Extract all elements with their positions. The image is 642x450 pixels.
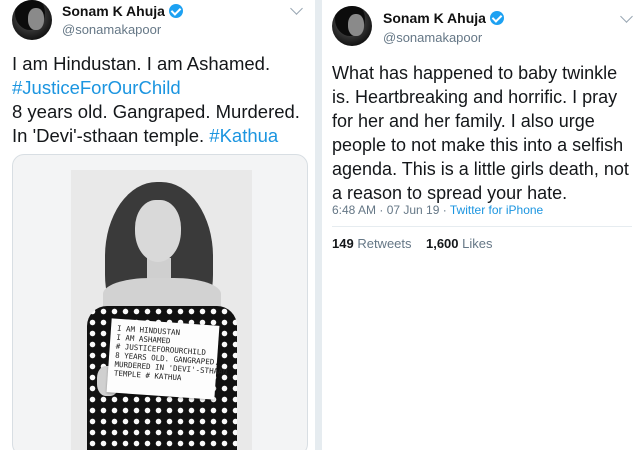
right-text-line: is. Heartbreaking and horrific. I pray bbox=[332, 87, 618, 107]
left-tweet-text: I am Hindustan. I am Ashamed. #JusticeFo… bbox=[12, 52, 300, 148]
chevron-down-icon[interactable] bbox=[290, 2, 303, 15]
left-hashtag-justice[interactable]: #JusticeForOurChild bbox=[12, 76, 300, 100]
left-tweet-panel: Sonam K Ahuja @sonamakapoor I am Hindust… bbox=[0, 0, 315, 450]
right-avatar[interactable] bbox=[332, 6, 372, 46]
meta-separator bbox=[332, 226, 632, 227]
left-text-line-4-text: In 'Devi'-sthaan temple. bbox=[12, 125, 205, 146]
right-text-line: What has happened to baby twinkle bbox=[332, 63, 618, 83]
chevron-down-icon[interactable] bbox=[620, 10, 633, 23]
retweets-label: Retweets bbox=[357, 236, 412, 251]
right-text-line: a reason to spread your hate. bbox=[332, 183, 568, 203]
left-display-name[interactable]: Sonam K Ahuja bbox=[62, 3, 165, 19]
right-text-line: for her and her family. I also urge bbox=[332, 111, 595, 131]
right-tweet-panel: Sonam K Ahuja @sonamakapoor What has hap… bbox=[322, 0, 642, 450]
left-text-line-4: In 'Devi'-sthaan temple. #Kathua bbox=[12, 124, 300, 148]
left-hashtag-kathua[interactable]: #Kathua bbox=[209, 125, 278, 146]
left-name-row: Sonam K Ahuja bbox=[62, 3, 183, 19]
left-text-line-3: 8 years old. Gangraped. Murdered. bbox=[12, 101, 300, 122]
left-text-line-1: I am Hindustan. I am Ashamed. bbox=[12, 53, 271, 74]
likes-label: Likes bbox=[462, 236, 493, 251]
likes-count: 1,600 bbox=[425, 236, 459, 251]
left-handle[interactable]: @sonamakapoor bbox=[62, 22, 161, 37]
right-handle[interactable]: @sonamakapoor bbox=[383, 30, 482, 45]
right-name-row: Sonam K Ahuja bbox=[383, 10, 504, 26]
tweet-stats: 149 Retweets 1,600 Likes bbox=[332, 236, 493, 251]
tweet-timestamp[interactable]: 6:48 AM · 07 Jun 19 · bbox=[332, 203, 447, 217]
woman-holding-sign-photo[interactable]: I AM HINDUSTAN I AM ASHAMED # JUSTICEFOR… bbox=[71, 170, 252, 450]
verified-badge-icon bbox=[168, 4, 183, 18]
likes-stat[interactable]: 1,600 Likes bbox=[426, 236, 493, 251]
right-text-line: agenda. This is a little girls death, no… bbox=[332, 159, 629, 179]
right-display-name[interactable]: Sonam K Ahuja bbox=[383, 10, 486, 26]
right-text-line: people to not make this into a selfish bbox=[332, 135, 624, 155]
tweet-meta: 6:48 AM · 07 Jun 19 · Twitter for iPhone bbox=[332, 203, 543, 217]
left-tweet-photo-card[interactable]: I AM HINDUSTAN I AM ASHAMED # JUSTICEFOR… bbox=[12, 154, 308, 450]
verified-badge-icon bbox=[489, 11, 504, 25]
tweet-source-link[interactable]: Twitter for iPhone bbox=[450, 203, 543, 217]
retweets-count: 149 bbox=[332, 236, 354, 251]
left-avatar[interactable] bbox=[12, 0, 52, 40]
right-tweet-text: What has happened to baby twinkle is. He… bbox=[332, 61, 629, 205]
panel-divider bbox=[315, 0, 322, 450]
handwritten-sign: I AM HINDUSTAN I AM ASHAMED # JUSTICEFOR… bbox=[106, 318, 227, 400]
retweets-stat[interactable]: 149 Retweets bbox=[332, 236, 412, 251]
